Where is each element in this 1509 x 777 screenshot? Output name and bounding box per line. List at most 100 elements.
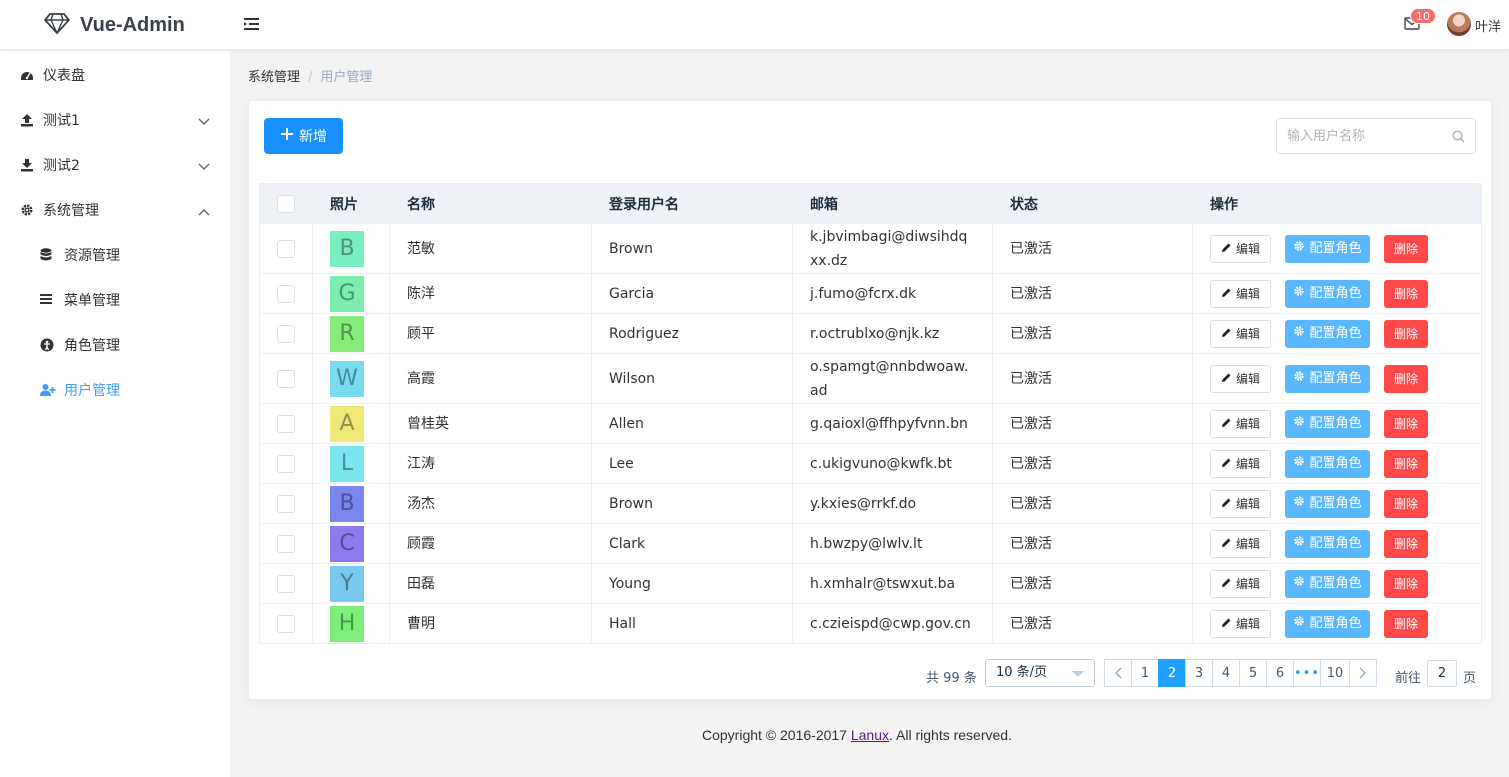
delete-button[interactable]: 删除 xyxy=(1384,364,1428,393)
logo[interactable]: Vue-Admin xyxy=(43,12,185,38)
assign-role-button-label: 配置角色 xyxy=(1309,495,1362,511)
name-cell: 曾桂英 xyxy=(389,403,592,444)
actions-cell: 编辑 配置角色 删除 xyxy=(1192,313,1482,354)
avatar[interactable] xyxy=(1447,12,1471,36)
delete-button-label: 删除 xyxy=(1393,241,1418,256)
username[interactable]: 叶洋 xyxy=(1475,16,1501,35)
more-pages-button[interactable]: ••• xyxy=(1293,659,1321,687)
edit-button[interactable]: 编辑 xyxy=(1210,609,1271,638)
actions-cell: 编辑 配置角色 删除 xyxy=(1192,603,1482,644)
footer-link[interactable]: Lanux xyxy=(851,727,889,743)
assign-role-button[interactable]: 配置角色 xyxy=(1285,529,1370,558)
delete-button[interactable]: 删除 xyxy=(1384,489,1428,518)
search-input[interactable] xyxy=(1277,119,1437,153)
edit-button[interactable]: 编辑 xyxy=(1210,489,1271,518)
row-checkbox[interactable] xyxy=(277,284,295,303)
assign-role-button[interactable]: 配置角色 xyxy=(1285,319,1370,348)
select-all-checkbox[interactable] xyxy=(277,194,295,213)
footer-copyright: Copyright © 2016-2017 xyxy=(702,727,851,743)
assign-role-button[interactable]: 配置角色 xyxy=(1285,364,1370,393)
row-select-cell xyxy=(259,223,313,274)
edit-button-label: 编辑 xyxy=(1235,416,1260,431)
pencil-icon xyxy=(1221,572,1232,596)
row-select-cell xyxy=(259,273,313,314)
photo-cell: R xyxy=(312,313,390,354)
table-header-row: 照片 名称 登录用户名 邮箱 状态 操作 xyxy=(259,183,1482,224)
page-number-button[interactable]: 10 xyxy=(1320,659,1350,687)
page-number-button[interactable]: 5 xyxy=(1239,659,1267,687)
status-cell: 已激活 xyxy=(992,563,1193,604)
column-header-name: 名称 xyxy=(389,183,592,224)
row-select-cell xyxy=(259,483,313,524)
delete-button[interactable]: 删除 xyxy=(1384,234,1428,263)
assign-role-button[interactable]: 配置角色 xyxy=(1285,449,1370,478)
next-page-button[interactable] xyxy=(1349,659,1377,687)
assign-role-button-label: 配置角色 xyxy=(1309,370,1362,386)
search-icon[interactable] xyxy=(1452,130,1465,147)
gear-icon xyxy=(1293,492,1305,516)
prev-page-button[interactable] xyxy=(1104,659,1132,687)
page-number-button[interactable]: 2 xyxy=(1158,659,1186,687)
sidebar-item-resources[interactable]: 资源管理 xyxy=(0,232,230,277)
edit-button[interactable]: 编辑 xyxy=(1210,279,1271,308)
edit-button[interactable]: 编辑 xyxy=(1210,364,1271,393)
sidebar-item-dashboard[interactable]: 仪表盘 xyxy=(0,52,230,97)
user-table: 照片 名称 登录用户名 邮箱 状态 操作 B 范敏 Brown k.jbvimb… xyxy=(259,183,1482,644)
user-plus-icon xyxy=(40,383,56,397)
page-number-button[interactable]: 4 xyxy=(1212,659,1240,687)
assign-role-button[interactable]: 配置角色 xyxy=(1285,279,1370,308)
add-button[interactable]: 新增 xyxy=(264,118,343,154)
footer-rights: . All rights reserved. xyxy=(889,727,1012,743)
sidebar-item-system[interactable]: 系统管理 xyxy=(0,187,230,232)
name-cell: 曹明 xyxy=(389,603,592,644)
assign-role-button[interactable]: 配置角色 xyxy=(1285,234,1370,263)
assign-role-button[interactable]: 配置角色 xyxy=(1285,569,1370,598)
edit-button[interactable]: 编辑 xyxy=(1210,569,1271,598)
row-checkbox[interactable] xyxy=(277,534,295,553)
row-checkbox[interactable] xyxy=(277,324,295,343)
page-size-select[interactable]: 10 条/页 xyxy=(985,659,1095,687)
edit-button[interactable]: 编辑 xyxy=(1210,449,1271,478)
assign-role-button[interactable]: 配置角色 xyxy=(1285,609,1370,638)
sidebar: 仪表盘 测试1 测试2 系统管理 资源管理 菜单管理 角色管理 用户管理 xyxy=(0,51,230,777)
delete-button[interactable]: 删除 xyxy=(1384,409,1428,438)
sidebar-item-roles[interactable]: 角色管理 xyxy=(0,322,230,367)
goto-page-input[interactable]: 2 xyxy=(1427,660,1457,687)
delete-button[interactable]: 删除 xyxy=(1384,569,1428,598)
row-checkbox[interactable] xyxy=(277,414,295,433)
delete-button[interactable]: 删除 xyxy=(1384,529,1428,558)
delete-button[interactable]: 删除 xyxy=(1384,609,1428,638)
edit-button[interactable]: 编辑 xyxy=(1210,319,1271,348)
table-row: B 范敏 Brown k.jbvimbagi@diwsihdqxx.dz 已激活… xyxy=(259,223,1482,274)
sidebar-toggle-icon[interactable] xyxy=(244,17,260,35)
row-checkbox[interactable] xyxy=(277,369,295,388)
edit-button[interactable]: 编辑 xyxy=(1210,234,1271,263)
row-checkbox[interactable] xyxy=(277,454,295,473)
page-number-button[interactable]: 1 xyxy=(1131,659,1159,687)
sidebar-item-users[interactable]: 用户管理 xyxy=(0,367,230,412)
edit-button[interactable]: 编辑 xyxy=(1210,409,1271,438)
row-checkbox[interactable] xyxy=(277,614,295,633)
delete-button[interactable]: 删除 xyxy=(1384,319,1428,348)
sidebar-item-label: 资源管理 xyxy=(64,248,120,264)
edit-button[interactable]: 编辑 xyxy=(1210,529,1271,558)
row-checkbox[interactable] xyxy=(277,574,295,593)
assign-role-button-label: 配置角色 xyxy=(1309,615,1362,631)
sidebar-item-test1[interactable]: 测试1 xyxy=(0,97,230,142)
sidebar-item-menus[interactable]: 菜单管理 xyxy=(0,277,230,322)
pencil-icon xyxy=(1221,412,1232,436)
sidebar-item-test2[interactable]: 测试2 xyxy=(0,142,230,187)
goto-suffix: 页 xyxy=(1463,671,1477,686)
row-checkbox[interactable] xyxy=(277,239,295,258)
delete-button[interactable]: 删除 xyxy=(1384,279,1428,308)
table-row: Y 田磊 Young h.xmhalr@tswxut.ba 已激活 编辑 配置角… xyxy=(259,563,1482,604)
row-checkbox[interactable] xyxy=(277,494,295,513)
breadcrumb-parent[interactable]: 系统管理 xyxy=(248,70,300,85)
page-number-button[interactable]: 6 xyxy=(1266,659,1294,687)
delete-button[interactable]: 删除 xyxy=(1384,449,1428,478)
gear-icon xyxy=(20,203,34,217)
assign-role-button[interactable]: 配置角色 xyxy=(1285,409,1370,438)
page-number-button[interactable]: 3 xyxy=(1185,659,1213,687)
user-photo: A xyxy=(330,405,364,442)
assign-role-button[interactable]: 配置角色 xyxy=(1285,489,1370,518)
